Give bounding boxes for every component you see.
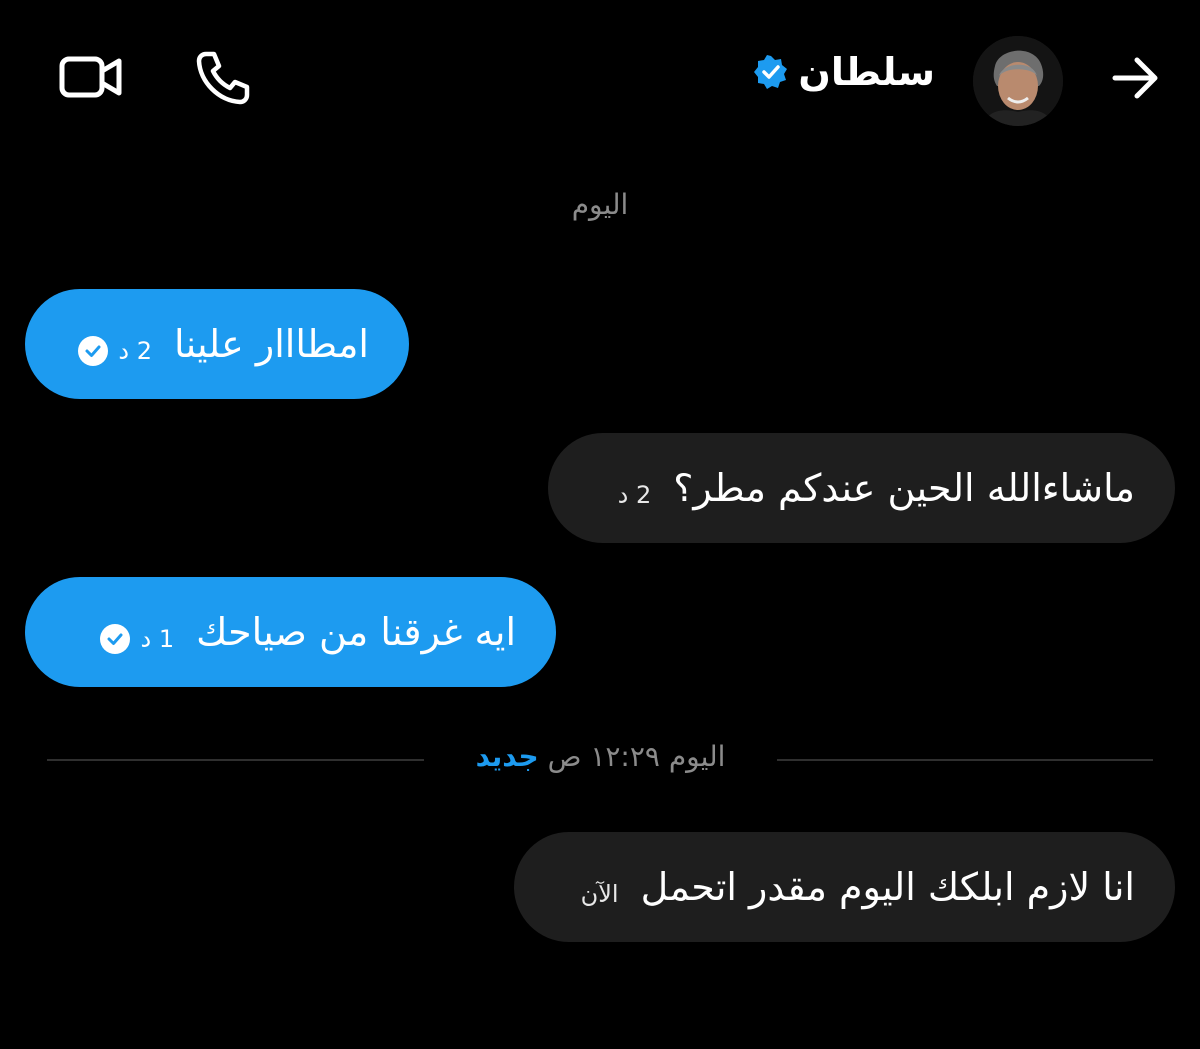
message-time: الآن xyxy=(580,880,619,908)
new-label: جديد xyxy=(475,740,539,773)
message-text: ماشاءالله الحين عندكم مطر؟ xyxy=(673,466,1135,510)
back-button[interactable] xyxy=(1106,48,1166,108)
message-text: ايه غرقنا من صياحك xyxy=(196,610,516,654)
voice-call-button[interactable] xyxy=(190,44,256,110)
avatar-photo xyxy=(973,36,1063,126)
verified-badge-icon xyxy=(754,55,788,89)
message-text: انا لازم ابلكك اليوم مقدر اتحمل xyxy=(640,865,1135,909)
divider-time: اليوم ١٢:٢٩ ص xyxy=(547,740,726,773)
message-bubble-sent[interactable]: ايه غرقنا من صياحك 1 د xyxy=(25,577,556,687)
divider-line xyxy=(777,759,1153,761)
read-check-icon xyxy=(100,624,131,654)
message-text: امطااار علينا xyxy=(174,322,369,366)
message-bubble-received[interactable]: انا لازم ابلكك اليوم مقدر اتحمل الآن xyxy=(514,832,1175,942)
video-call-icon xyxy=(59,56,122,98)
message-meta: الآن xyxy=(581,880,619,908)
video-call-button[interactable] xyxy=(56,46,126,108)
contact-name: سلطان xyxy=(798,50,935,94)
contact-header[interactable]: سلطان xyxy=(754,50,935,94)
message-time: 2 د xyxy=(118,337,153,365)
message-time: 1 د xyxy=(140,625,175,653)
message-bubble-received[interactable]: ماشاءالله الحين عندكم مطر؟ 2 د xyxy=(548,433,1175,543)
phone-call-icon xyxy=(196,51,250,105)
divider-line xyxy=(47,759,424,761)
message-meta: 2 د xyxy=(78,336,152,366)
message-meta: 1 د xyxy=(100,624,174,654)
message-time: 2 د xyxy=(617,481,652,509)
read-check-icon xyxy=(78,336,109,366)
day-label: اليوم xyxy=(571,188,629,221)
contact-avatar[interactable] xyxy=(973,36,1063,126)
new-messages-divider: اليوم ١٢:٢٩ ص جديد xyxy=(424,740,777,773)
back-arrow-icon xyxy=(1112,57,1158,99)
message-bubble-sent[interactable]: امطااار علينا 2 د xyxy=(25,289,409,399)
message-meta: 2 د xyxy=(618,481,652,509)
